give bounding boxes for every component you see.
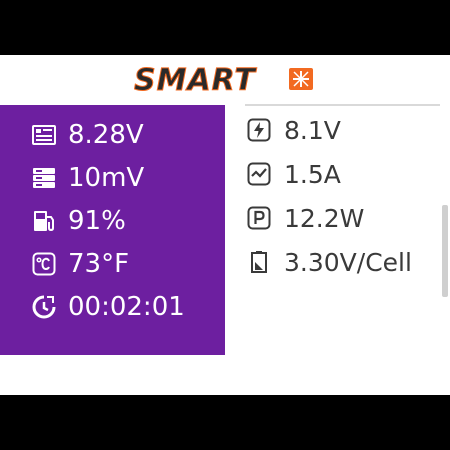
timer-icon [32,295,56,319]
stat-value-cell-voltage: 3.30V/Cell [284,247,412,277]
fuel-gauge-icon [34,211,54,232]
stat-row-power: 12.2W [247,200,364,236]
stat-value-capacity: 91% [68,206,126,236]
stat-value-power: 12.2W [284,203,365,233]
stat-value-output-voltage: 8.1V [284,115,341,145]
thermometer-celsius-icon [32,252,56,276]
stat-row-output-voltage: 8.1V [247,112,341,148]
stat-row-temperature: 73°F [32,246,129,282]
stat-value-timer: 00:02:01 [68,292,185,322]
stat-row-capacity: 91% [32,203,126,239]
cell-battery-icon [251,251,267,273]
power-p-icon [247,206,271,230]
header-divider [245,104,440,106]
stat-value-temperature: 73°F [68,249,130,279]
scrollbar[interactable] [442,205,448,297]
charger-screen: SMART 8.28V 10mV 91% 73°F 00:02:01 8.1V … [0,55,450,395]
stat-value-voltage: 8.28V [68,120,144,150]
stat-row-voltage: 8.28V [32,117,144,153]
stat-row-current: 1.5A [247,156,341,192]
brand-text: SMART [134,63,257,95]
stat-value-current: 1.5A [284,159,341,189]
stat-row-resistance: 10mV [32,160,144,196]
stat-row-cell-voltage: 3.30V/Cell [247,244,412,280]
internal-resistance-icon [33,168,55,188]
device-frame: SMART 8.28V 10mV 91% 73°F 00:02:01 8.1V … [0,0,450,450]
lightning-voltage-icon [247,118,271,142]
smart-logo: SMART [134,63,313,95]
logo-mark-icon [289,68,313,90]
left-stats-panel: 8.28V 10mV 91% 73°F 00:02:01 [0,105,225,355]
header: SMART [0,55,450,106]
battery-voltage-icon [32,125,56,145]
stat-row-timer: 00:02:01 [32,289,185,325]
stat-value-resistance: 10mV [68,163,145,193]
current-check-icon [247,162,271,186]
